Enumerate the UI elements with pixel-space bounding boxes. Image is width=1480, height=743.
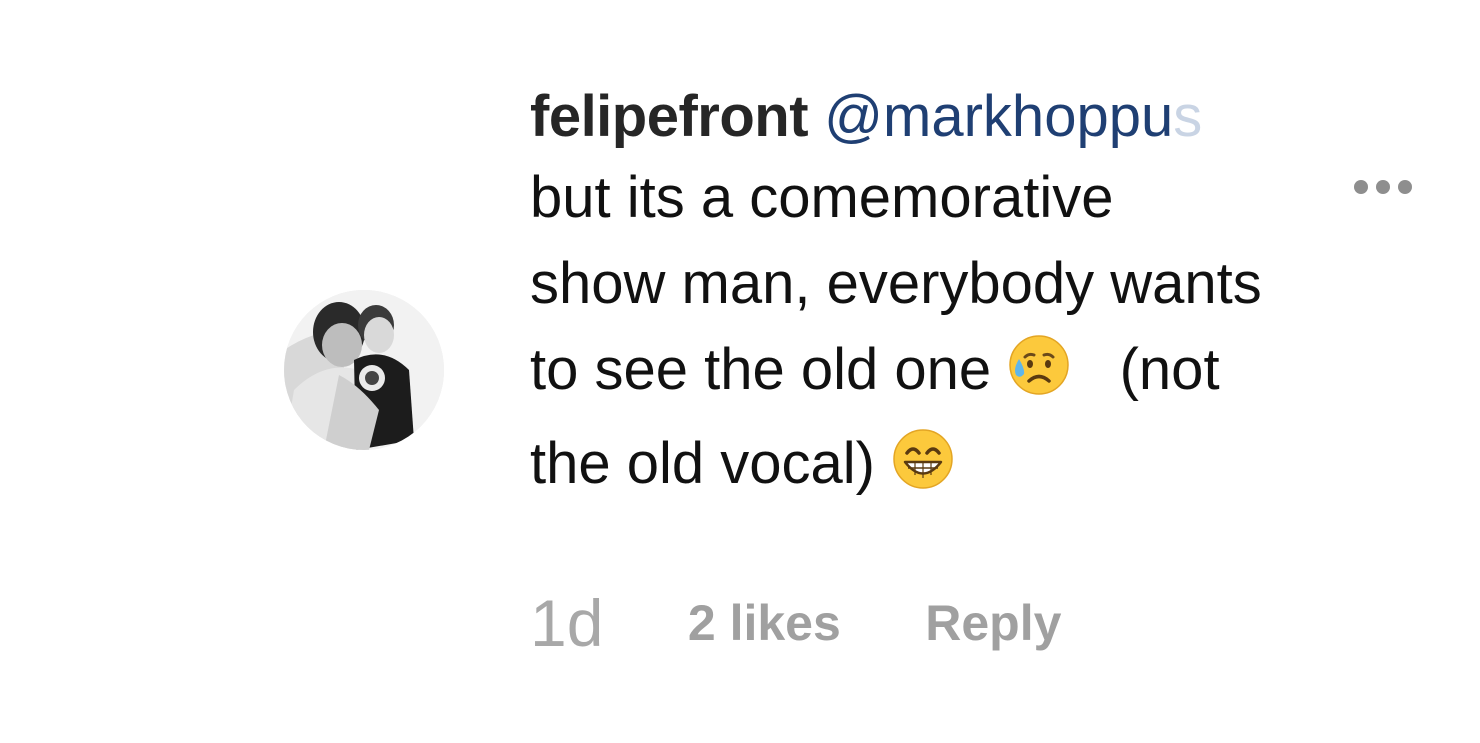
mention-text: @markhoppu (824, 84, 1174, 149)
comment-body: felipefront @markhoppus but its a comemo… (530, 82, 1420, 515)
avatar[interactable] (284, 290, 444, 450)
comment-age[interactable]: 1d (530, 585, 603, 661)
comment-line: (not (1119, 337, 1220, 402)
comment-header: felipefront @markhoppus (530, 82, 1420, 194)
comment-line: but its a comemorative (530, 165, 1114, 230)
username-link[interactable]: felipefront (530, 84, 809, 149)
avatar-photo (284, 290, 444, 450)
sad-but-relieved-face-icon (1007, 333, 1071, 421)
comment-line: to see the old one (530, 337, 992, 402)
comment-line: show man, everybody wants (530, 251, 1262, 316)
comment-text: but its a comemorative show man, everybo… (530, 155, 1420, 515)
likes-count-button[interactable]: 2 likes (688, 594, 841, 652)
mention-overflow-text: s (1173, 84, 1203, 149)
grinning-face-icon (891, 427, 955, 515)
comment-line: the old vocal) (530, 431, 875, 496)
more-options-icon[interactable] (1354, 140, 1424, 194)
mention-link[interactable]: @markhoppus (824, 84, 1202, 149)
reply-button[interactable]: Reply (925, 594, 1061, 652)
comment-meta: 1d 2 likes Reply (530, 585, 1141, 665)
comment: felipefront @markhoppus but its a comemo… (0, 0, 1480, 743)
